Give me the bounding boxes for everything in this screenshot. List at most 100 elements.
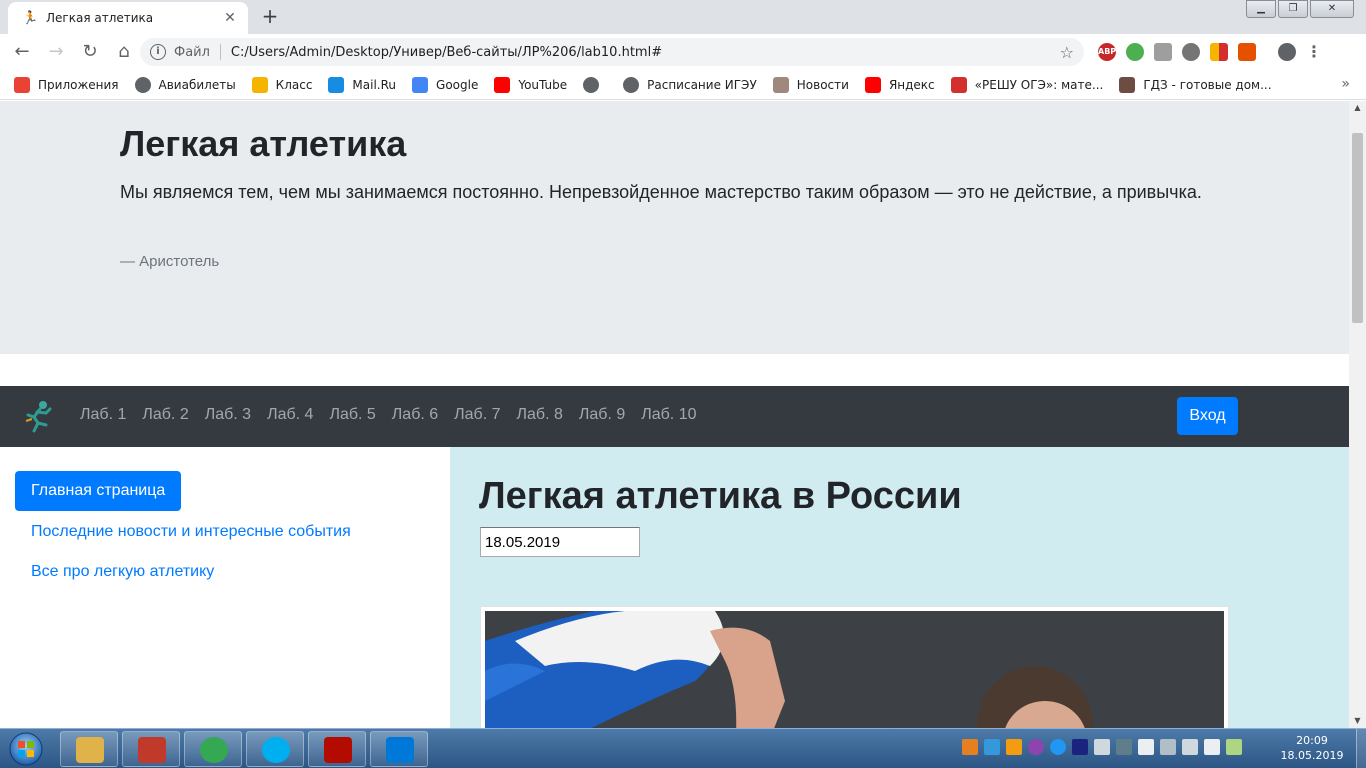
tray-app-icon[interactable] <box>984 739 1000 755</box>
clock-date: 18.05.2019 <box>1280 749 1344 762</box>
nav-link-lab-9[interactable]: Лаб. 9 <box>579 406 625 424</box>
taskbar-chrome-button[interactable] <box>184 731 242 767</box>
viber-icon[interactable] <box>1028 739 1044 755</box>
acrobat-icon <box>324 737 352 763</box>
volume-icon[interactable] <box>1182 739 1198 755</box>
restore-button[interactable]: ❐ <box>1278 0 1308 18</box>
office-extension-icon[interactable] <box>1238 42 1256 61</box>
extension-icon[interactable] <box>1182 42 1200 61</box>
network-icon[interactable] <box>1204 739 1220 755</box>
address-bar[interactable]: i Файл C:/Users/Admin/Desktop/Универ/Веб… <box>140 38 1084 66</box>
forward-button[interactable]: → <box>40 36 72 68</box>
info-icon[interactable]: i <box>150 44 166 60</box>
nav-link-lab-10[interactable]: Лаб. 10 <box>641 406 696 424</box>
browser-toolbar: ← → ↻ ⌂ i Файл C:/Users/Admin/Desktop/Ун… <box>0 34 1366 70</box>
profile-icon[interactable] <box>1278 42 1296 61</box>
bookmark-item[interactable] <box>583 76 607 93</box>
extensions-area: ABP ⋮ <box>1098 42 1322 61</box>
taskbar-explorer-button[interactable] <box>60 731 118 767</box>
apps-grid-icon <box>14 76 30 93</box>
extension-icon[interactable] <box>1126 42 1144 61</box>
sidebar-item-news[interactable]: Последние новости и интересные события <box>31 523 351 541</box>
runner-logo-icon[interactable] <box>22 399 56 433</box>
sidebar-item-home[interactable]: Главная страница <box>15 471 182 511</box>
monitor-icon[interactable] <box>1116 739 1132 755</box>
more-bookmarks-icon[interactable]: » <box>1341 76 1350 92</box>
globe-icon <box>583 76 600 93</box>
tray-app-icon[interactable] <box>1094 739 1110 755</box>
nav-link-lab-7[interactable]: Лаб. 7 <box>454 406 500 424</box>
nav-links: Лаб. 1 Лаб. 2 Лаб. 3 Лаб. 4 Лаб. 5 Лаб. 6 Лаб.… <box>80 406 696 424</box>
bookmark-item[interactable]: Приложения <box>14 76 119 93</box>
tray-app-icon[interactable] <box>1050 739 1066 755</box>
login-button[interactable]: Вход <box>1177 397 1238 435</box>
taskbar-skype-button[interactable] <box>246 731 304 767</box>
bookmark-label: Расписание ИГЭУ <box>647 77 757 92</box>
chrome-icon <box>200 737 228 763</box>
flag-icon[interactable] <box>1138 739 1154 755</box>
nav-link-lab-3[interactable]: Лаб. 3 <box>205 406 251 424</box>
taskbar-clock[interactable]: 20:09 18.05.2019 <box>1272 733 1352 763</box>
bookmark-item[interactable]: Расписание ИГЭУ <box>623 76 757 93</box>
taskbar-acrobat-button[interactable] <box>308 731 366 767</box>
taskbar-vscode-button[interactable] <box>370 731 428 767</box>
sidebar-item-about[interactable]: Все про легкую атлетику <box>31 563 214 581</box>
nav-link-lab-5[interactable]: Лаб. 5 <box>329 406 375 424</box>
adblock-icon[interactable]: ABP <box>1098 42 1116 61</box>
home-button[interactable]: ⌂ <box>108 36 140 68</box>
reload-button[interactable]: ↻ <box>74 36 106 68</box>
bookmark-label: Класс <box>275 77 313 92</box>
bookmark-item[interactable]: Google <box>412 76 478 93</box>
show-desktop-button[interactable] <box>1356 729 1366 768</box>
signal-icon[interactable] <box>1160 739 1176 755</box>
address-separator <box>219 44 221 60</box>
news-icon <box>772 76 789 93</box>
bookmark-label: Новости <box>796 77 849 92</box>
tray-app-icon[interactable] <box>962 739 978 755</box>
nav-link-lab-1[interactable]: Лаб. 1 <box>80 406 126 424</box>
back-button[interactable]: ← <box>6 36 38 68</box>
nav-link-lab-4[interactable]: Лаб. 4 <box>267 406 313 424</box>
menu-icon[interactable]: ⋮ <box>1306 42 1322 61</box>
globe-icon <box>134 76 151 93</box>
bookmark-item[interactable]: Авиабилеты <box>134 76 236 93</box>
close-window-button[interactable]: ✕ <box>1310 0 1354 18</box>
bookmark-item[interactable]: Класс <box>251 76 313 93</box>
date-input[interactable]: 18.05.2019 <box>480 527 640 557</box>
main-content: Легкая атлетика в России 18.05.2019 <box>450 447 1349 728</box>
app-icon <box>138 737 166 763</box>
bookmark-label: Mail.Ru <box>352 77 397 92</box>
new-tab-button[interactable]: + <box>258 5 282 29</box>
google-icon <box>412 76 429 93</box>
close-tab-icon[interactable]: ✕ <box>222 10 238 26</box>
tray-app-icon[interactable] <box>1006 739 1022 755</box>
battery-icon[interactable] <box>1226 739 1242 755</box>
bookmark-item[interactable]: ГДЗ - готовые дом... <box>1119 76 1272 93</box>
address-url[interactable]: C:/Users/Admin/Desktop/Универ/Веб-сайты/… <box>231 45 1060 60</box>
nav-link-lab-8[interactable]: Лаб. 8 <box>517 406 563 424</box>
browser-tab[interactable]: 🏃 Легкая атлетика ✕ <box>8 2 248 34</box>
bookmark-item[interactable]: Яндекс <box>864 76 935 93</box>
skype-icon <box>262 737 290 763</box>
scroll-down-icon[interactable]: ▼ <box>1349 714 1366 728</box>
nav-link-lab-2[interactable]: Лаб. 2 <box>142 406 188 424</box>
page-viewport: Легкая атлетика Мы являемся тем, чем мы … <box>0 101 1349 728</box>
bookmark-item[interactable]: Новости <box>772 76 849 93</box>
article-image-frame <box>480 606 1229 728</box>
minimize-button[interactable]: ▁ <box>1246 0 1276 18</box>
bluetooth-icon[interactable] <box>1072 739 1088 755</box>
bookmark-item[interactable]: «РЕШУ ОГЭ»: мате... <box>950 76 1103 93</box>
scrollbar-thumb[interactable] <box>1352 133 1363 323</box>
taskbar-app-button[interactable] <box>122 731 180 767</box>
scroll-up-icon[interactable]: ▲ <box>1349 101 1366 115</box>
jumbotron-quote: Мы являемся тем, чем мы занимаемся посто… <box>120 182 1202 202</box>
bookmark-star-icon[interactable]: ☆ <box>1060 43 1074 62</box>
bookmark-item[interactable]: YouTube <box>494 76 567 93</box>
mailru-icon <box>328 76 345 93</box>
extension-icon[interactable] <box>1210 42 1228 61</box>
start-button[interactable] <box>4 731 48 767</box>
page-scrollbar[interactable]: ▲ ▼ <box>1349 101 1366 728</box>
pdf-extension-icon[interactable] <box>1154 42 1172 61</box>
nav-link-lab-6[interactable]: Лаб. 6 <box>392 406 438 424</box>
bookmark-item[interactable]: Mail.Ru <box>328 76 397 93</box>
